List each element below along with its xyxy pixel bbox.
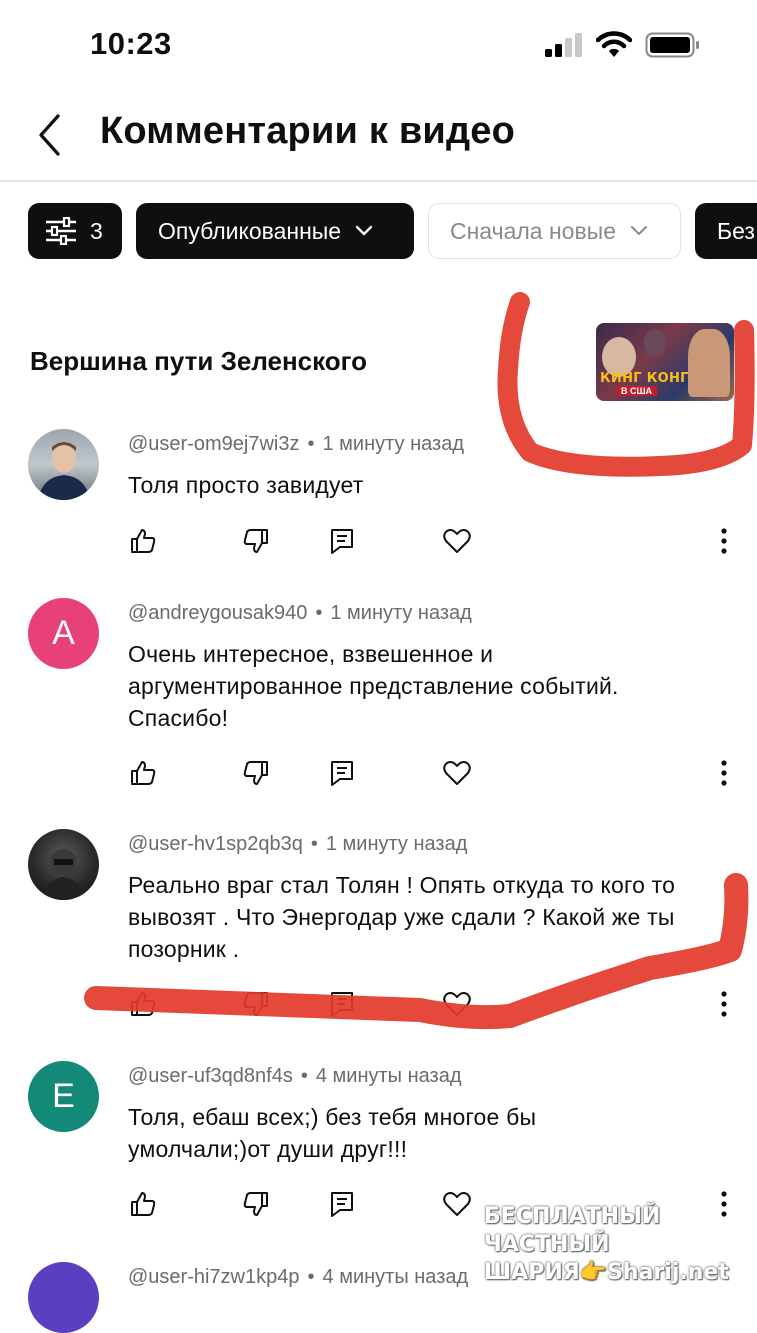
heart-icon[interactable] [442, 758, 472, 788]
heart-icon[interactable] [442, 989, 472, 1019]
header: Комментарии к видео [0, 92, 757, 182]
more-vert-icon[interactable] [714, 758, 734, 788]
avatar-letter: E [52, 1077, 75, 1115]
comment-meta: @user-om9ej7wi3z • 1 минуту назад [128, 433, 465, 455]
chevron-down-icon [631, 226, 648, 235]
watermark-line: БЕСПЛАТНЫЙ ЧАСТНЫЙ [484, 1204, 661, 1257]
thumbs-down-icon[interactable] [241, 526, 271, 556]
video-thumbnail[interactable]: КИНГ КОНГ В США [596, 323, 734, 401]
thumbnail-face [688, 329, 730, 397]
sort-dropdown[interactable]: Сначала новые [428, 203, 681, 259]
battery-icon [645, 32, 699, 58]
comment-meta: @andreygousak940 • 1 минуту назад [128, 602, 472, 624]
status-label: Опубликованные [158, 217, 342, 244]
thumbs-up-icon[interactable] [128, 1189, 158, 1219]
avatar-photo [38, 442, 90, 500]
comment-meta: @user-uf3qd8nf4s • 4 минуты назад [128, 1065, 462, 1087]
wifi-icon [596, 31, 632, 57]
chevron-down-icon [355, 225, 373, 236]
thumbs-up-icon[interactable] [128, 526, 158, 556]
comment-text: Очень интересное, взвешенное и аргументи… [128, 641, 619, 731]
comment-time: 4 минуты назад [315, 1065, 462, 1087]
avatar[interactable]: E [28, 1061, 99, 1132]
more-vert-icon[interactable] [714, 526, 734, 556]
avatar-letter: A [52, 614, 75, 652]
comment-actions [0, 989, 757, 1029]
avatar[interactable]: A [28, 598, 99, 669]
status-bar: 10:23 [0, 0, 757, 90]
sliders-icon [46, 217, 76, 245]
thumbnail-subtext: В США [616, 386, 658, 396]
status-time: 10:23 [90, 26, 172, 61]
comment-time: 1 минуту назад [325, 833, 468, 855]
reply-icon[interactable] [327, 526, 357, 556]
comment-text: Толя, ебаш всех;) без тебя многое бы умо… [128, 1104, 537, 1162]
comment-author[interactable]: @andreygousak940 [128, 602, 307, 624]
comment-meta: @user-hv1sp2qb3q • 1 минуту назад [128, 833, 468, 855]
filter-chips: 3 Опубликованные Сначала новые Без [0, 203, 757, 261]
reply-icon[interactable] [327, 758, 357, 788]
avatar[interactable] [28, 829, 99, 900]
thumbnail-face [644, 329, 666, 357]
comment-time: 4 минуты назад [322, 1266, 469, 1288]
filter-count: 3 [90, 217, 103, 244]
comment-actions [0, 526, 757, 566]
comment-meta: @user-hi7zw1kp4p • 4 минуты назад [128, 1266, 469, 1288]
more-filter-label: Без [717, 217, 755, 244]
video-title: Вершина пути Зеленского [30, 346, 368, 376]
more-filter-chip[interactable]: Без [695, 203, 757, 259]
comment-author[interactable]: @user-om9ej7wi3z [128, 433, 299, 455]
status-dropdown[interactable]: Опубликованные [136, 203, 414, 259]
thumbs-down-icon[interactable] [241, 758, 271, 788]
avatar[interactable] [28, 429, 99, 500]
avatar[interactable] [28, 1262, 99, 1333]
comment-text: Реально враг стал Толян ! Опять откуда т… [128, 872, 676, 962]
comment-author[interactable]: @user-hi7zw1kp4p [128, 1266, 300, 1288]
watermark-line: ШАРИЯ👉Sharij.net [484, 1260, 729, 1285]
comment-author[interactable]: @user-uf3qd8nf4s [128, 1065, 293, 1087]
more-vert-icon[interactable] [714, 989, 734, 1019]
thumbs-down-icon[interactable] [241, 1189, 271, 1219]
cellular-signal-icon [545, 33, 582, 57]
comment-time: 1 минуту назад [330, 602, 472, 624]
comment-text: Толя просто завидует [128, 472, 364, 498]
watermark: БЕСПЛАТНЫЙ ЧАСТНЫЙ ШАРИЯ👉Sharij.net [484, 1203, 757, 1287]
heart-icon[interactable] [442, 526, 472, 556]
reply-icon[interactable] [327, 989, 357, 1019]
thumbs-down-icon[interactable] [241, 989, 271, 1019]
comment-actions [0, 758, 757, 798]
filter-button[interactable]: 3 [28, 203, 122, 259]
sort-label: Сначала новые [450, 217, 617, 244]
thumbs-up-icon[interactable] [128, 989, 158, 1019]
page-title: Комментарии к видео [100, 110, 516, 152]
comment-time: 1 минуту назад [322, 433, 465, 455]
thumbs-up-icon[interactable] [128, 758, 158, 788]
back-arrow-icon[interactable] [30, 110, 70, 160]
reply-icon[interactable] [327, 1189, 357, 1219]
comment-author[interactable]: @user-hv1sp2qb3q [128, 833, 303, 855]
avatar-photo [42, 849, 85, 900]
thumbnail-text: КИНГ КОНГ [600, 371, 689, 386]
heart-icon[interactable] [442, 1189, 472, 1219]
